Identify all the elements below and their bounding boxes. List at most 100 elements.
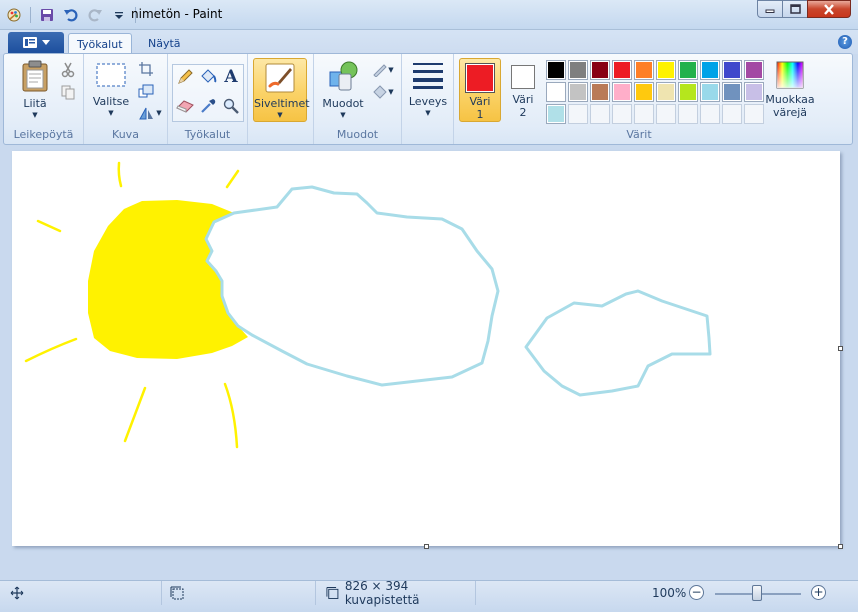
shapes-button[interactable]: Muodot ▼ [320, 60, 366, 119]
chevron-down-icon: ▼ [388, 66, 394, 74]
window-title: nimetön - Paint [131, 7, 223, 21]
text-tool-icon[interactable]: A [221, 67, 241, 87]
group-colors: Väri 1 Väri 2 Muokkaa värejä Värit [454, 54, 824, 144]
minimize-button[interactable] [757, 0, 783, 18]
color-2-label: Väri 2 [512, 93, 534, 119]
selection-icon [96, 63, 126, 87]
palette-swatch[interactable] [700, 60, 720, 80]
fill-icon[interactable]: ▼ [370, 82, 396, 102]
paint-app-icon[interactable] [4, 5, 24, 25]
color-2-swatch [511, 65, 535, 89]
palette-swatch[interactable] [744, 82, 764, 102]
palette-swatch[interactable] [744, 60, 764, 80]
title-bar: nimetön - Paint [0, 0, 858, 30]
window-controls [757, 0, 851, 18]
edit-colors-button[interactable]: Muokkaa värejä [762, 60, 818, 119]
chevron-down-icon: ▼ [32, 111, 38, 119]
color-1-label: Väri 1 [469, 95, 491, 121]
drawing-canvas[interactable] [12, 151, 840, 546]
palette-swatch-empty[interactable] [634, 104, 654, 124]
brushes-button[interactable]: Siveltimet ▼ [253, 58, 310, 122]
cursor-position-cell [0, 581, 162, 605]
small-cloud [524, 289, 712, 397]
palette-swatch-empty[interactable] [590, 104, 610, 124]
paste-button[interactable]: Liitä ▼ [14, 60, 56, 119]
customize-qat-icon[interactable] [109, 5, 129, 25]
cut-icon[interactable] [58, 60, 78, 80]
palette-swatch[interactable] [722, 60, 742, 80]
outline-icon[interactable]: ▼ [370, 60, 396, 80]
canvas-resize-handle-right[interactable] [838, 346, 843, 351]
palette-swatch[interactable] [634, 82, 654, 102]
palette-swatch-empty[interactable] [700, 104, 720, 124]
palette-swatch-empty[interactable] [744, 104, 764, 124]
rotate-icon[interactable]: ▼ [136, 103, 164, 123]
eraser-icon[interactable] [175, 96, 195, 116]
zoom-slider-thumb[interactable] [752, 585, 762, 601]
chevron-down-icon: ▼ [277, 111, 283, 119]
palette-swatch[interactable] [678, 60, 698, 80]
palette-swatch[interactable] [656, 60, 676, 80]
palette-swatch-empty[interactable] [568, 104, 588, 124]
undo-icon[interactable] [61, 5, 81, 25]
magnifier-icon[interactable] [221, 96, 241, 116]
shapes-icon [329, 61, 358, 91]
palette-swatch-empty[interactable] [656, 104, 676, 124]
group-label-image: Kuva [112, 128, 139, 141]
color-2-button[interactable]: Väri 2 [504, 58, 542, 122]
palette-swatch[interactable] [546, 82, 566, 102]
chevron-down-icon: ▼ [156, 109, 162, 117]
brush-icon [265, 63, 295, 93]
selection-size-cell [162, 581, 316, 605]
palette-swatch[interactable] [590, 82, 610, 102]
chevron-down-icon: ▼ [108, 109, 114, 117]
group-tools: A Työkalut [168, 54, 248, 144]
palette-swatch[interactable] [612, 82, 632, 102]
palette-swatch[interactable] [722, 82, 742, 102]
color-1-button[interactable]: Väri 1 [459, 58, 501, 122]
zoom-out-button[interactable]: − [689, 585, 704, 600]
image-size-icon [326, 587, 339, 599]
palette-swatch-empty[interactable] [678, 104, 698, 124]
palette-swatch[interactable] [700, 82, 720, 102]
close-button[interactable] [807, 0, 851, 18]
clipboard-icon [22, 60, 48, 92]
tab-nayta[interactable]: Näytä [140, 33, 189, 54]
palette-swatch[interactable] [546, 60, 566, 80]
palette-swatch[interactable] [590, 60, 610, 80]
help-icon[interactable]: ? [838, 35, 852, 49]
paint-menu-button[interactable] [8, 32, 64, 53]
palette-swatch[interactable] [568, 82, 588, 102]
copy-icon[interactable] [58, 82, 78, 102]
pencil-icon[interactable] [175, 67, 195, 87]
color-wheel-icon [776, 61, 804, 89]
palette-swatch-empty[interactable] [612, 104, 632, 124]
palette-swatch[interactable] [546, 104, 566, 124]
ribbon: Liitä ▼ Leikepöytä Valitse ▼ ▼ Kuva A Ty… [3, 53, 853, 145]
select-button[interactable]: Valitse ▼ [90, 62, 132, 117]
chevron-down-icon: ▼ [388, 88, 394, 96]
palette-swatch[interactable] [634, 60, 654, 80]
workspace [0, 146, 858, 580]
palette-swatch[interactable] [656, 82, 676, 102]
redo-icon[interactable] [85, 5, 105, 25]
maximize-button[interactable] [782, 0, 808, 18]
canvas-resize-handle-bottom[interactable] [424, 544, 429, 549]
palette-swatch-empty[interactable] [722, 104, 742, 124]
save-icon[interactable] [37, 5, 57, 25]
color-picker-icon[interactable] [198, 96, 218, 116]
tab-tyokalut[interactable]: Työkalut [68, 33, 132, 54]
canvas-resize-handle-corner[interactable] [838, 544, 843, 549]
resize-icon[interactable] [136, 81, 156, 101]
palette-swatch[interactable] [568, 60, 588, 80]
palette-swatch[interactable] [678, 82, 698, 102]
color-1-swatch [465, 63, 495, 93]
size-label: Leveys [408, 95, 448, 108]
palette-swatch[interactable] [612, 60, 632, 80]
zoom-in-button[interactable]: + [811, 585, 826, 600]
fill-bucket-icon[interactable] [198, 67, 218, 87]
size-button[interactable]: Leveys ▼ [408, 60, 448, 117]
crop-icon[interactable] [136, 59, 156, 79]
chevron-down-icon: ▼ [425, 109, 431, 117]
chevron-down-icon: ▼ [340, 111, 346, 119]
